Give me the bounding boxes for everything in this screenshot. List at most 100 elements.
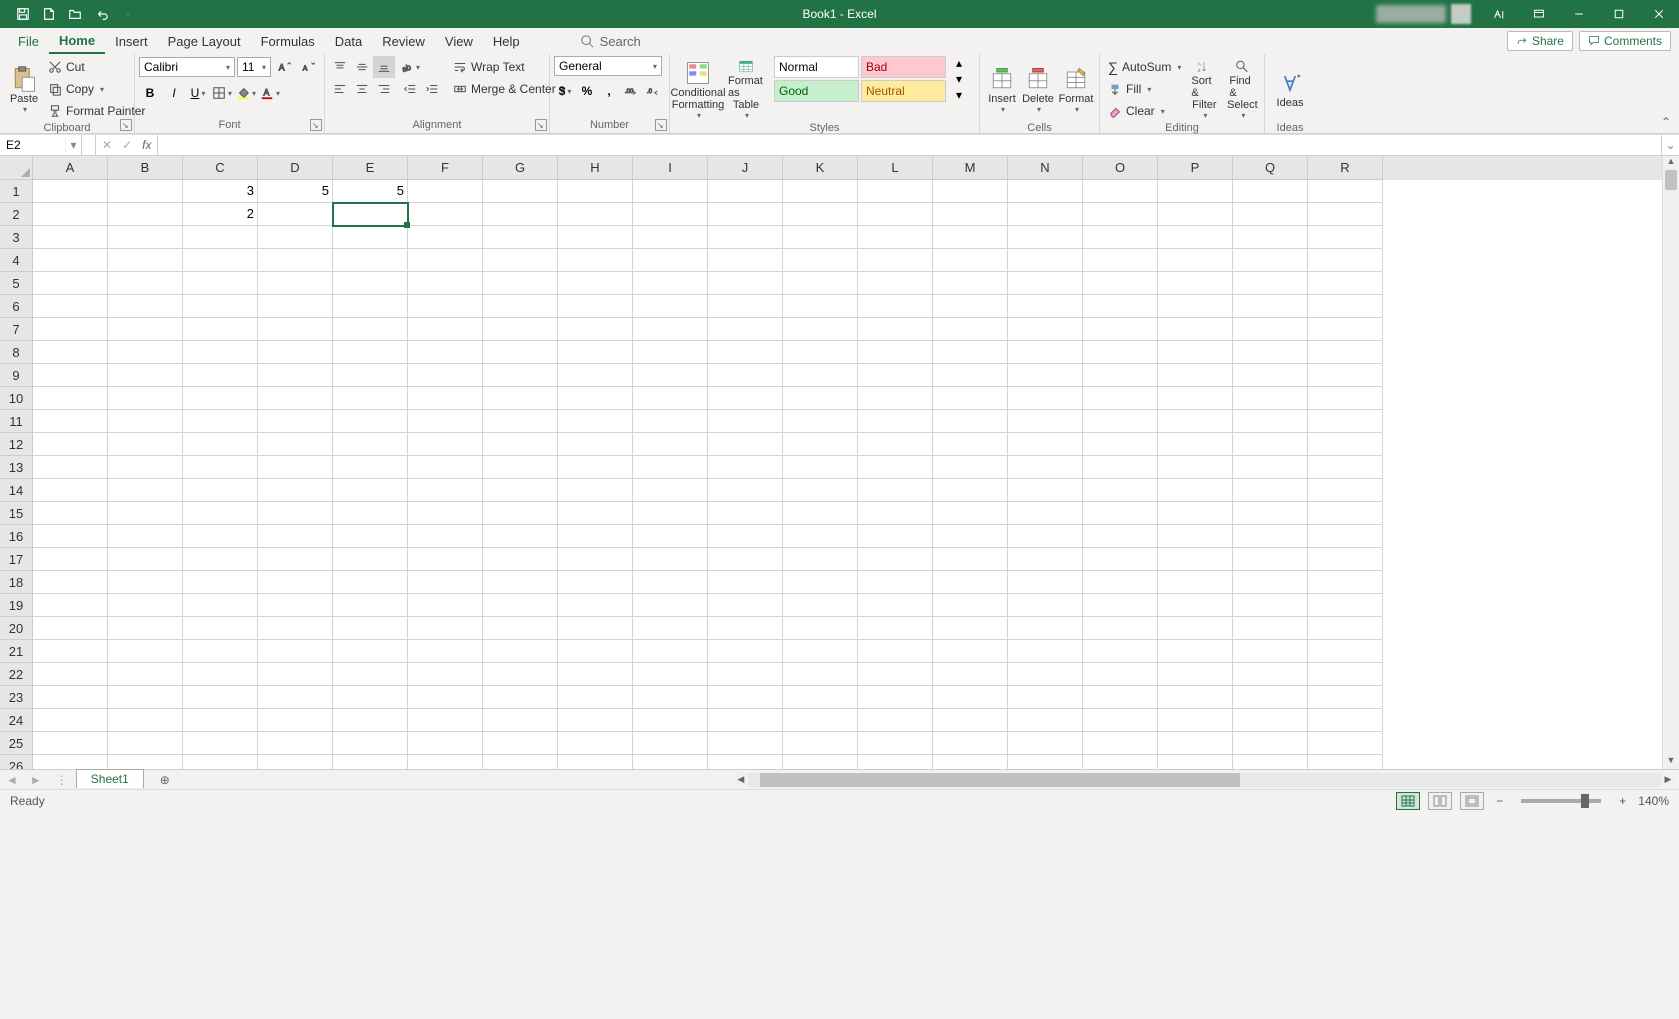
font-color-button[interactable]: A bbox=[259, 82, 281, 104]
cell[interactable] bbox=[408, 364, 483, 387]
cell[interactable] bbox=[108, 272, 183, 295]
cell[interactable] bbox=[333, 571, 408, 594]
cell[interactable] bbox=[1158, 502, 1233, 525]
cell[interactable] bbox=[1308, 433, 1383, 456]
cell[interactable] bbox=[333, 272, 408, 295]
cell[interactable] bbox=[1233, 226, 1308, 249]
cell[interactable] bbox=[708, 525, 783, 548]
find-select-button[interactable]: Find &Select bbox=[1223, 56, 1261, 122]
cell[interactable] bbox=[1083, 456, 1158, 479]
cell[interactable] bbox=[258, 318, 333, 341]
simplify-ribbon-icon[interactable] bbox=[1479, 0, 1519, 28]
cell[interactable] bbox=[33, 640, 108, 663]
cell[interactable] bbox=[1308, 341, 1383, 364]
cell[interactable] bbox=[483, 295, 558, 318]
cell[interactable] bbox=[408, 433, 483, 456]
enter-formula-icon[interactable]: ✓ bbox=[122, 138, 132, 152]
cell[interactable] bbox=[1308, 249, 1383, 272]
cell[interactable] bbox=[1158, 433, 1233, 456]
cell[interactable] bbox=[483, 479, 558, 502]
insert-function-icon[interactable]: fx bbox=[142, 138, 151, 152]
cell[interactable] bbox=[858, 318, 933, 341]
cell[interactable] bbox=[33, 410, 108, 433]
cell[interactable] bbox=[108, 709, 183, 732]
styles-gallery-more-icon[interactable]: ▾ bbox=[948, 88, 970, 102]
cell[interactable] bbox=[1233, 341, 1308, 364]
cell[interactable] bbox=[183, 732, 258, 755]
cell[interactable] bbox=[633, 364, 708, 387]
ribbon-display-icon[interactable] bbox=[1519, 0, 1559, 28]
cell[interactable] bbox=[1008, 732, 1083, 755]
cell[interactable] bbox=[558, 341, 633, 364]
cell[interactable] bbox=[558, 364, 633, 387]
cell[interactable] bbox=[483, 364, 558, 387]
cell[interactable] bbox=[858, 180, 933, 203]
cell[interactable] bbox=[708, 571, 783, 594]
cell[interactable] bbox=[108, 502, 183, 525]
cell[interactable] bbox=[558, 226, 633, 249]
cell[interactable] bbox=[183, 755, 258, 769]
cell[interactable] bbox=[483, 502, 558, 525]
cell[interactable] bbox=[408, 387, 483, 410]
cell[interactable] bbox=[633, 226, 708, 249]
cell[interactable] bbox=[858, 272, 933, 295]
cell[interactable] bbox=[33, 203, 108, 226]
cell[interactable] bbox=[333, 502, 408, 525]
cell[interactable] bbox=[1158, 272, 1233, 295]
cell[interactable] bbox=[1008, 571, 1083, 594]
cell[interactable] bbox=[183, 617, 258, 640]
cell[interactable] bbox=[783, 387, 858, 410]
zoom-level[interactable]: 140% bbox=[1638, 794, 1669, 808]
cell[interactable] bbox=[858, 410, 933, 433]
cell[interactable] bbox=[183, 456, 258, 479]
cell[interactable] bbox=[183, 226, 258, 249]
cell[interactable] bbox=[933, 548, 1008, 571]
cell[interactable] bbox=[633, 594, 708, 617]
cell[interactable] bbox=[483, 226, 558, 249]
cell[interactable] bbox=[258, 433, 333, 456]
cell[interactable] bbox=[1233, 410, 1308, 433]
row-header[interactable]: 5 bbox=[0, 272, 33, 295]
autosum-button[interactable]: ∑AutoSum bbox=[1104, 56, 1185, 78]
cell[interactable] bbox=[1158, 732, 1233, 755]
cell[interactable] bbox=[108, 732, 183, 755]
number-format-combo[interactable]: General▾ bbox=[554, 56, 662, 76]
row-header[interactable]: 8 bbox=[0, 341, 33, 364]
cell[interactable] bbox=[1233, 180, 1308, 203]
cell[interactable] bbox=[933, 341, 1008, 364]
cell[interactable] bbox=[1083, 594, 1158, 617]
cell[interactable] bbox=[633, 203, 708, 226]
select-all-corner[interactable] bbox=[0, 156, 33, 180]
cell[interactable] bbox=[483, 686, 558, 709]
cell[interactable] bbox=[1308, 525, 1383, 548]
cell[interactable] bbox=[1308, 410, 1383, 433]
cell[interactable] bbox=[708, 341, 783, 364]
cell[interactable] bbox=[1233, 433, 1308, 456]
cell[interactable] bbox=[783, 732, 858, 755]
cell[interactable] bbox=[1083, 663, 1158, 686]
cell[interactable] bbox=[1308, 640, 1383, 663]
cell[interactable] bbox=[708, 456, 783, 479]
cell[interactable] bbox=[858, 502, 933, 525]
paste-button[interactable]: Paste bbox=[4, 56, 44, 122]
cell[interactable] bbox=[1158, 249, 1233, 272]
cell[interactable] bbox=[633, 410, 708, 433]
zoom-out-button[interactable]: − bbox=[1492, 794, 1507, 808]
tab-review[interactable]: Review bbox=[372, 28, 435, 54]
cell[interactable] bbox=[558, 525, 633, 548]
cell[interactable] bbox=[633, 732, 708, 755]
cell[interactable] bbox=[708, 433, 783, 456]
cell[interactable] bbox=[333, 709, 408, 732]
cell[interactable] bbox=[1008, 203, 1083, 226]
insert-cells-button[interactable]: Insert bbox=[984, 56, 1020, 122]
cell[interactable] bbox=[483, 709, 558, 732]
cell[interactable] bbox=[33, 709, 108, 732]
cell[interactable] bbox=[33, 318, 108, 341]
cell[interactable] bbox=[708, 686, 783, 709]
cell[interactable]: 5 bbox=[258, 180, 333, 203]
cell[interactable] bbox=[933, 709, 1008, 732]
delete-cells-button[interactable]: Delete bbox=[1020, 56, 1056, 122]
row-header[interactable]: 19 bbox=[0, 594, 33, 617]
decrease-decimal-icon[interactable]: .0 bbox=[642, 80, 664, 102]
row-header[interactable]: 14 bbox=[0, 479, 33, 502]
